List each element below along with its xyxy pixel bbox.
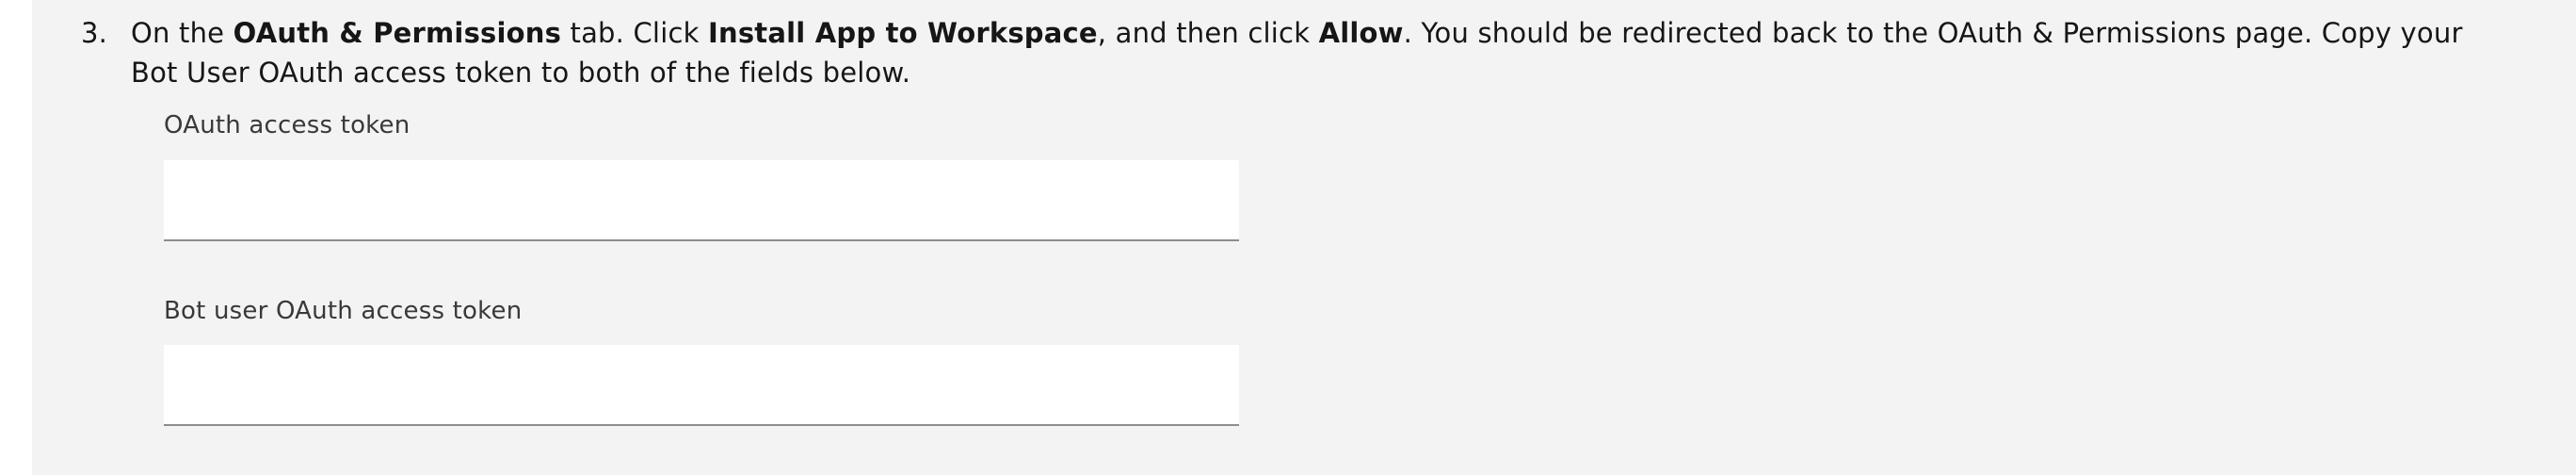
step-number: 3.: [81, 17, 108, 49]
instruction-middle-one: tab. Click: [561, 17, 709, 49]
bot-user-oauth-access-token-input[interactable]: [164, 345, 1239, 426]
instruction-middle-two: , and then click: [1097, 17, 1319, 49]
install-app-instruction: Install App to Workspace: [708, 17, 1098, 49]
step-three: 3. On the OAuth & Permissions tab. Click…: [81, 13, 2491, 92]
allow-instruction: Allow: [1318, 17, 1404, 49]
oauth-permissions-tab-name: OAuth & Permissions: [233, 17, 562, 49]
oauth-access-token-label: OAuth access token: [164, 111, 411, 139]
bot-user-oauth-access-token-label: Bot user OAuth access token: [164, 297, 523, 325]
instruction-prefix: On the: [131, 17, 233, 49]
oauth-access-token-input[interactable]: [164, 160, 1239, 241]
step-instruction: On the OAuth & Permissions tab. Click In…: [131, 13, 2491, 92]
instruction-panel: 3. On the OAuth & Permissions tab. Click…: [32, 0, 2576, 475]
